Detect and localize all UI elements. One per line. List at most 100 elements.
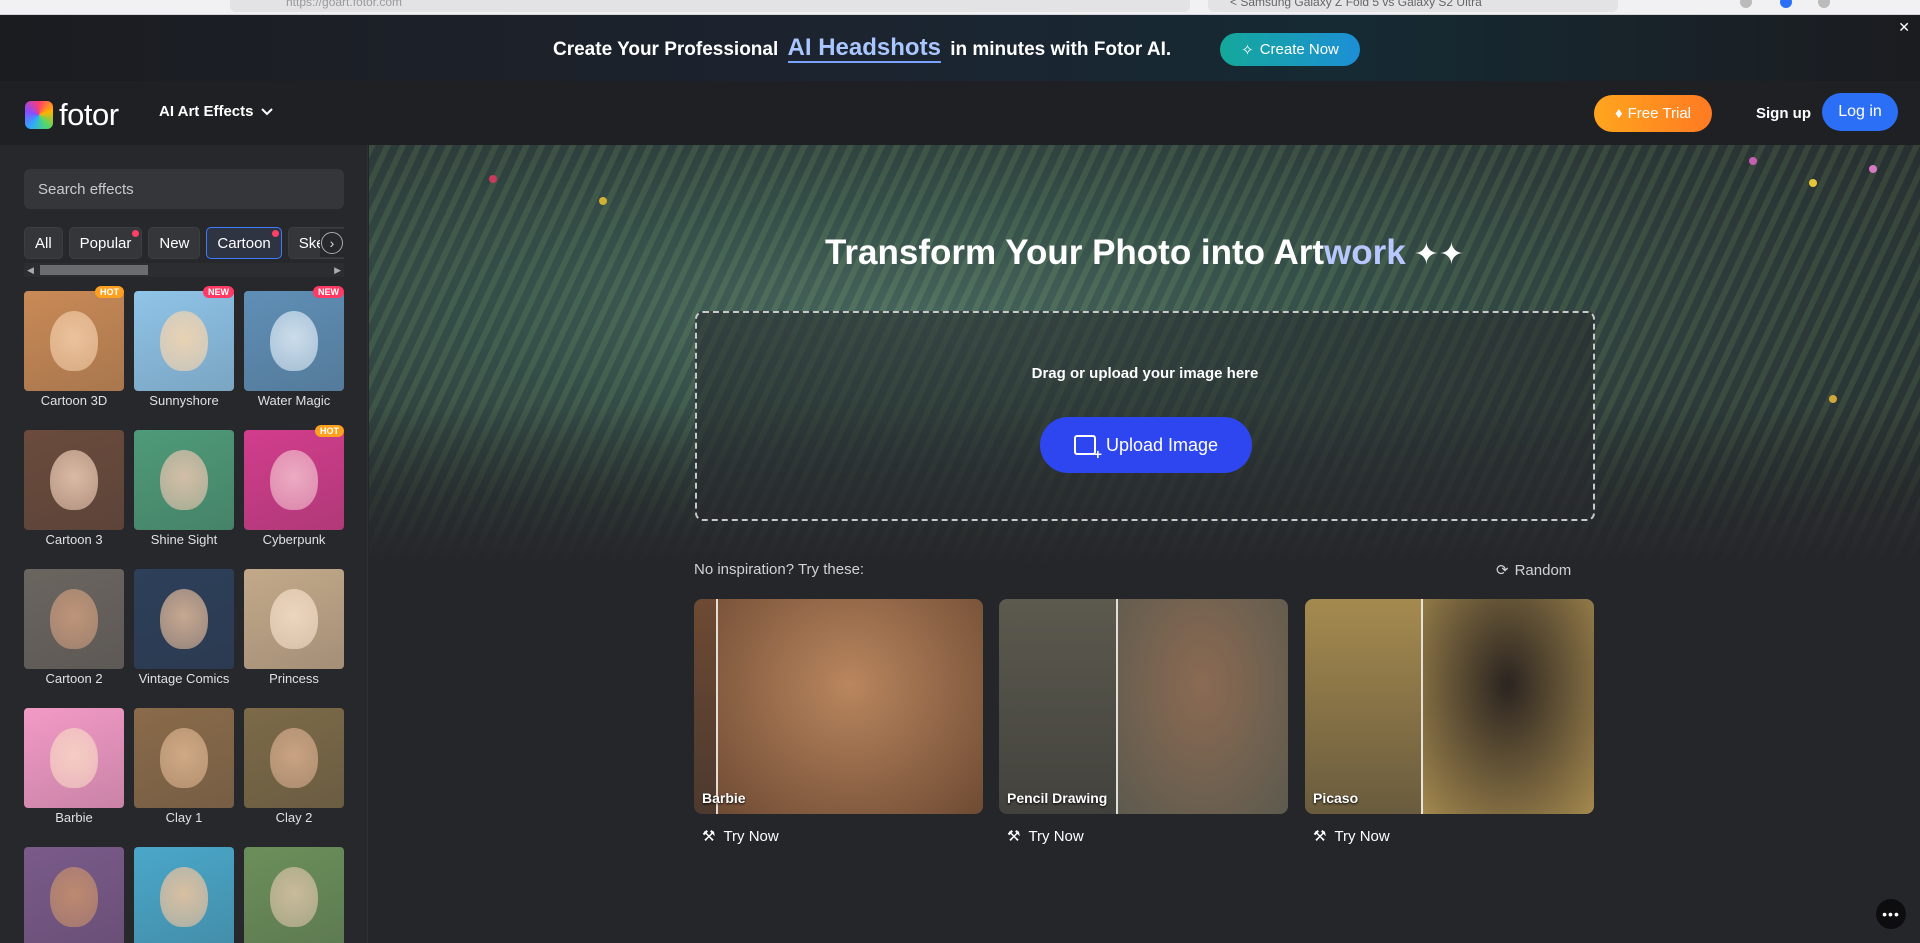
menu-icon[interactable] — [1818, 0, 1830, 8]
filter-label: Cartoon — [217, 234, 271, 252]
profile-icon[interactable] — [1780, 0, 1792, 8]
extension-icon[interactable] — [1740, 0, 1752, 8]
face-shape — [160, 589, 208, 649]
effect-card[interactable]: Sunnyshore NEW — [134, 286, 234, 408]
effect-card[interactable]: Clay 2 — [244, 708, 344, 825]
inspiration-prompt: No inspiration? Try these: — [694, 561, 865, 578]
ai-art-effects-menu[interactable]: AI Art Effects — [159, 103, 274, 120]
try-now-button[interactable]: ⚒ Try Now — [702, 827, 779, 846]
effect-label: Clay 1 — [165, 810, 203, 825]
effect-card[interactable] — [244, 847, 344, 943]
promo-highlight[interactable]: AI Headshots — [787, 34, 941, 63]
flower-decoration — [1869, 165, 1877, 173]
sample-image: Pencil Drawing — [999, 599, 1288, 814]
free-trial-button[interactable]: ♦ Free Trial — [1594, 95, 1712, 132]
try-now-button[interactable]: ⚒ Try Now — [1007, 827, 1084, 846]
scroll-left-icon[interactable]: ◀ — [27, 263, 34, 277]
effect-thumbnail — [244, 847, 344, 943]
random-button[interactable]: ⟳ Random — [1496, 561, 1571, 580]
sample-name: Barbie — [702, 790, 746, 806]
filter-label: All — [35, 234, 52, 252]
effect-card[interactable]: Princess — [244, 569, 344, 686]
effect-label: Barbie — [55, 810, 93, 825]
more-options-button[interactable]: ••• — [1876, 899, 1906, 929]
filter-new[interactable]: New — [148, 227, 201, 259]
magic-wand-icon: ✧ — [1241, 41, 1254, 59]
flower-decoration — [1829, 395, 1837, 403]
sample-card-picaso[interactable]: Picaso ⚒ Try Now — [1305, 599, 1594, 845]
filter-scrollbar[interactable]: ◀ ▶ — [24, 263, 344, 277]
flower-decoration — [599, 197, 607, 205]
effect-card[interactable] — [24, 847, 124, 943]
address-bar[interactable]: https://goart.fotor.com — [230, 0, 1190, 12]
search-effects-input[interactable] — [24, 169, 344, 209]
create-now-button[interactable]: ✧ Create Now — [1220, 33, 1360, 66]
face-shape — [270, 450, 318, 510]
flower-decoration — [1809, 179, 1817, 187]
face-shape — [160, 728, 208, 788]
effect-card[interactable]: Shine Sight — [134, 430, 234, 547]
effect-card[interactable]: Cartoon 3D HOT — [24, 286, 124, 408]
new-badge: NEW — [313, 286, 344, 298]
face-shape — [50, 450, 98, 510]
effect-card[interactable]: Cartoon 3 — [24, 430, 124, 547]
sample-effect-half — [1421, 599, 1594, 814]
effect-label: Clay 2 — [275, 810, 313, 825]
compare-divider[interactable] — [716, 599, 718, 814]
face-shape — [160, 311, 208, 371]
browser-chrome: https://goart.fotor.com < Samsung Galaxy… — [0, 0, 1920, 15]
effect-label: Cartoon 3 — [45, 532, 103, 547]
compare-divider[interactable] — [1421, 599, 1423, 814]
chevron-right-icon: › — [321, 232, 343, 254]
filter-all[interactable]: All — [24, 227, 63, 259]
upload-dropzone[interactable]: Drag or upload your image here Upload Im… — [695, 311, 1595, 521]
compare-divider[interactable] — [1116, 599, 1118, 814]
sample-effect-half — [1116, 599, 1288, 814]
face-shape — [160, 867, 208, 927]
sample-image: Picaso — [1305, 599, 1594, 814]
sample-card-pencil-drawing[interactable]: Pencil Drawing ⚒ Try Now — [999, 599, 1288, 845]
effect-card[interactable] — [134, 847, 234, 943]
face-shape — [50, 728, 98, 788]
filter-next-button[interactable]: › — [320, 229, 344, 257]
sparkle-icon: ✦✦ — [1413, 238, 1465, 271]
face-shape — [50, 311, 98, 371]
effect-thumbnail — [24, 291, 124, 391]
effect-card[interactable]: Water Magic NEW — [244, 286, 344, 408]
scroll-right-icon[interactable]: ▶ — [334, 263, 341, 277]
upload-image-button[interactable]: Upload Image — [1040, 417, 1252, 473]
magic-wand-icon: ⚒ — [702, 828, 716, 845]
hot-badge: HOT — [95, 286, 124, 298]
face-shape — [50, 589, 98, 649]
sample-card-barbie[interactable]: Barbie ⚒ Try Now — [694, 599, 983, 845]
site-header: fotor AI Art Effects ♦ Free Trial Sign u… — [0, 81, 1920, 145]
scrollbar-thumb[interactable] — [40, 265, 148, 275]
face-shape — [270, 589, 318, 649]
sample-original-half — [1305, 599, 1421, 814]
browser-tab[interactable]: < Samsung Galaxy Z Fold 5 vs Galaxy S2 U… — [1208, 0, 1618, 12]
notification-dot — [132, 230, 140, 237]
filter-popular[interactable]: Popular — [68, 227, 143, 259]
close-icon[interactable]: ✕ — [1898, 19, 1910, 36]
effect-label: Cyberpunk — [262, 532, 326, 547]
flower-decoration — [489, 175, 497, 183]
sample-original-half — [999, 599, 1116, 814]
new-badge: NEW — [203, 286, 234, 298]
effect-card[interactable]: Vintage Comics — [134, 569, 234, 686]
try-now-label: Try Now — [1334, 827, 1390, 845]
sample-image: Barbie — [694, 599, 983, 814]
effect-card[interactable]: Cartoon 2 — [24, 569, 124, 686]
effect-thumbnail — [244, 708, 344, 808]
effect-thumbnail — [24, 708, 124, 808]
effect-card[interactable]: Cyberpunk HOT — [244, 425, 344, 547]
filter-cartoon[interactable]: Cartoon — [206, 227, 282, 259]
effect-label: Cartoon 3D — [40, 393, 108, 408]
log-in-button[interactable]: Log in — [1822, 93, 1898, 131]
try-now-button[interactable]: ⚒ Try Now — [1313, 827, 1390, 846]
effect-card[interactable]: Clay 1 — [134, 708, 234, 825]
effects-sidebar: All Popular New Cartoon Sketch › ◀ ▶ Car… — [0, 145, 368, 943]
effect-label: Vintage Comics — [138, 671, 230, 686]
effect-card[interactable]: Barbie — [24, 708, 124, 825]
logo[interactable]: fotor — [25, 97, 119, 133]
sign-up-link[interactable]: Sign up — [1756, 105, 1811, 122]
